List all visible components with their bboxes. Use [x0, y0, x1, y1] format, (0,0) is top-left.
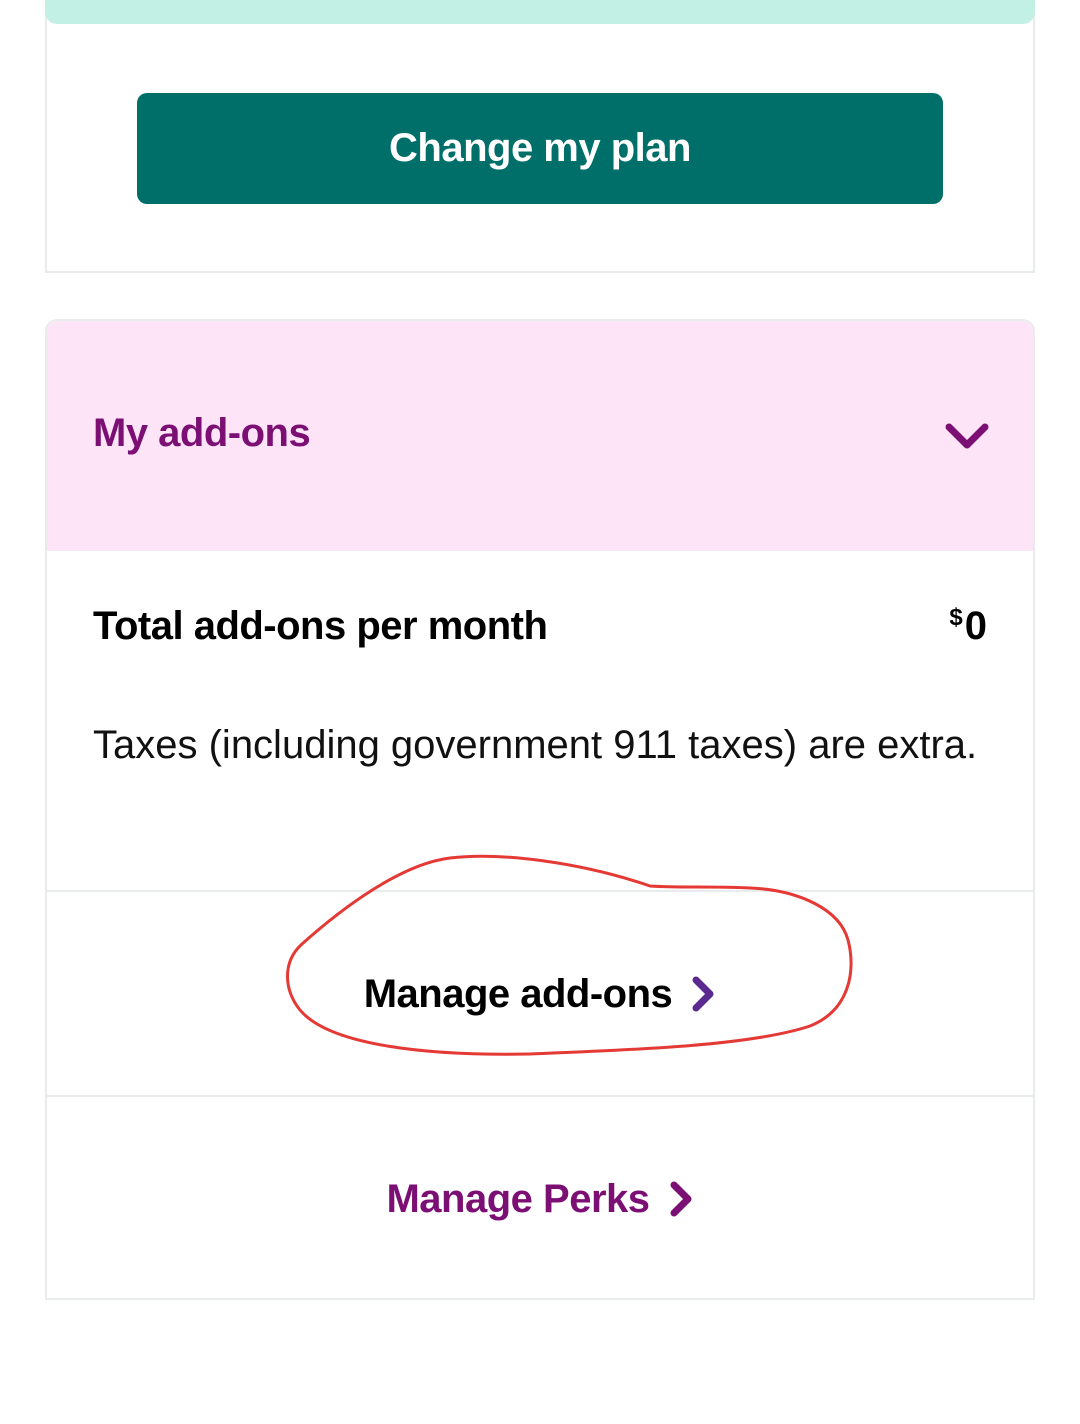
taxes-note: Taxes (including government 911 taxes) a… — [93, 723, 978, 767]
chevron-down-icon[interactable] — [943, 419, 991, 455]
addons-title: My add-ons — [93, 411, 311, 455]
total-amount: 0 — [964, 604, 987, 648]
total-addons-label: Total add-ons per month — [93, 604, 548, 648]
change-my-plan-button[interactable]: Change my plan — [137, 93, 943, 204]
chevron-right-icon — [670, 1181, 692, 1217]
manage-addons-link[interactable]: Manage add-ons — [47, 893, 1033, 1095]
manage-addons-label: Manage add-ons — [363, 971, 673, 1016]
total-addons-value: $0 — [949, 604, 987, 649]
manage-perks-label: Manage Perks — [386, 1176, 650, 1221]
addons-accordion-header[interactable]: My add-ons — [47, 321, 1033, 551]
addons-card: My add-ons Total add-ons per month $0 Ta… — [45, 319, 1035, 1300]
divider — [47, 890, 1033, 892]
chevron-right-icon — [692, 976, 714, 1012]
currency-symbol: $ — [949, 604, 963, 631]
plan-card-footer-strip — [45, 0, 1035, 24]
manage-perks-link[interactable]: Manage Perks — [47, 1097, 1033, 1298]
